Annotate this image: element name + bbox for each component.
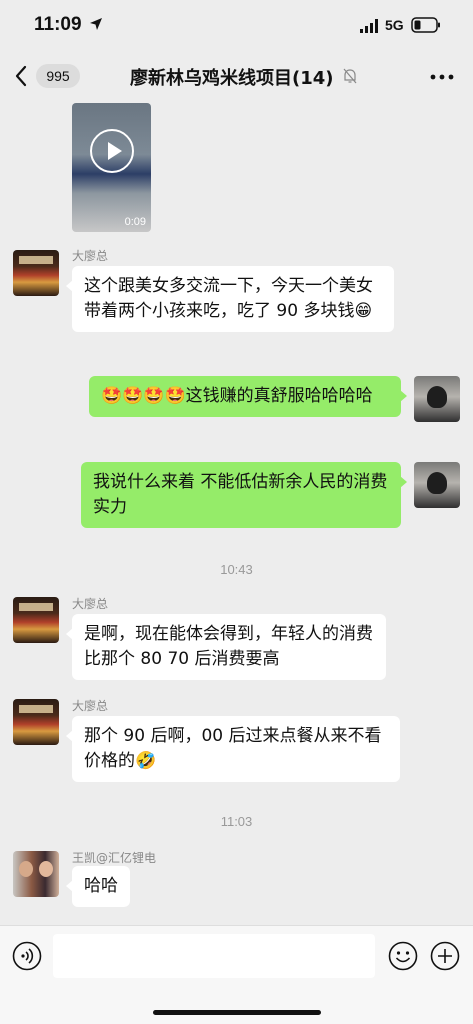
video-duration: 0:09 <box>124 216 146 228</box>
timestamp: 10:43 <box>220 562 253 577</box>
sender-name: 王凯@汇亿锂电 <box>72 851 157 865</box>
sender-name: 大廖总 <box>72 249 109 263</box>
input-bar <box>0 925 473 1024</box>
avatar[interactable] <box>13 699 59 745</box>
voice-icon[interactable] <box>12 941 42 971</box>
battery-icon <box>411 17 440 33</box>
message-bubble[interactable]: 那个 90 后啊，00 后过来点餐从来不看价格的🤣 <box>66 716 400 782</box>
chat-title: 廖新林乌鸡米线项目(14) <box>130 68 334 89</box>
message-bubble[interactable]: 我说什么来着 不能低估新余人民的消费实力 <box>81 462 407 528</box>
status-bar: 11:09 5G <box>0 0 473 50</box>
chevron-left-icon[interactable] <box>14 65 28 87</box>
message-bubble[interactable]: 哈哈 <box>66 866 130 907</box>
nav-bar: 995 廖新林乌鸡米线项目(14) <box>0 50 473 102</box>
sender-name: 大廖总 <box>72 597 109 611</box>
sender-name: 大廖总 <box>72 699 109 713</box>
network-label: 5G <box>385 17 404 33</box>
signal-icon <box>360 19 378 33</box>
avatar[interactable] <box>13 597 59 643</box>
bell-muted-icon <box>343 68 357 84</box>
timestamp: 11:03 <box>220 814 253 829</box>
message-bubble[interactable]: 🤩🤩🤩🤩这钱赚的真舒服哈哈哈哈 <box>89 376 407 417</box>
plus-icon[interactable] <box>430 941 460 971</box>
home-indicator <box>153 1010 321 1015</box>
message-input[interactable] <box>53 934 375 978</box>
more-dots-icon[interactable] <box>430 74 454 80</box>
my-avatar[interactable] <box>414 462 460 508</box>
location-arrow-icon <box>90 18 102 30</box>
status-time: 11:09 <box>34 14 82 35</box>
avatar[interactable] <box>13 851 59 897</box>
emoji-icon[interactable] <box>388 941 418 971</box>
avatar[interactable] <box>13 250 59 296</box>
my-avatar[interactable] <box>414 376 460 422</box>
unread-count-badge[interactable]: 995 <box>36 64 80 88</box>
message-bubble[interactable]: 这个跟美女多交流一下，今天一个美女带着两个小孩来吃，吃了 90 多块钱😁 <box>66 266 394 332</box>
play-icon[interactable] <box>90 129 134 173</box>
message-bubble[interactable]: 是啊，现在能体会得到，年轻人的消费比那个 80 70 后消费要高 <box>66 614 386 680</box>
video-message-thumbnail[interactable]: 0:09 <box>72 103 151 232</box>
